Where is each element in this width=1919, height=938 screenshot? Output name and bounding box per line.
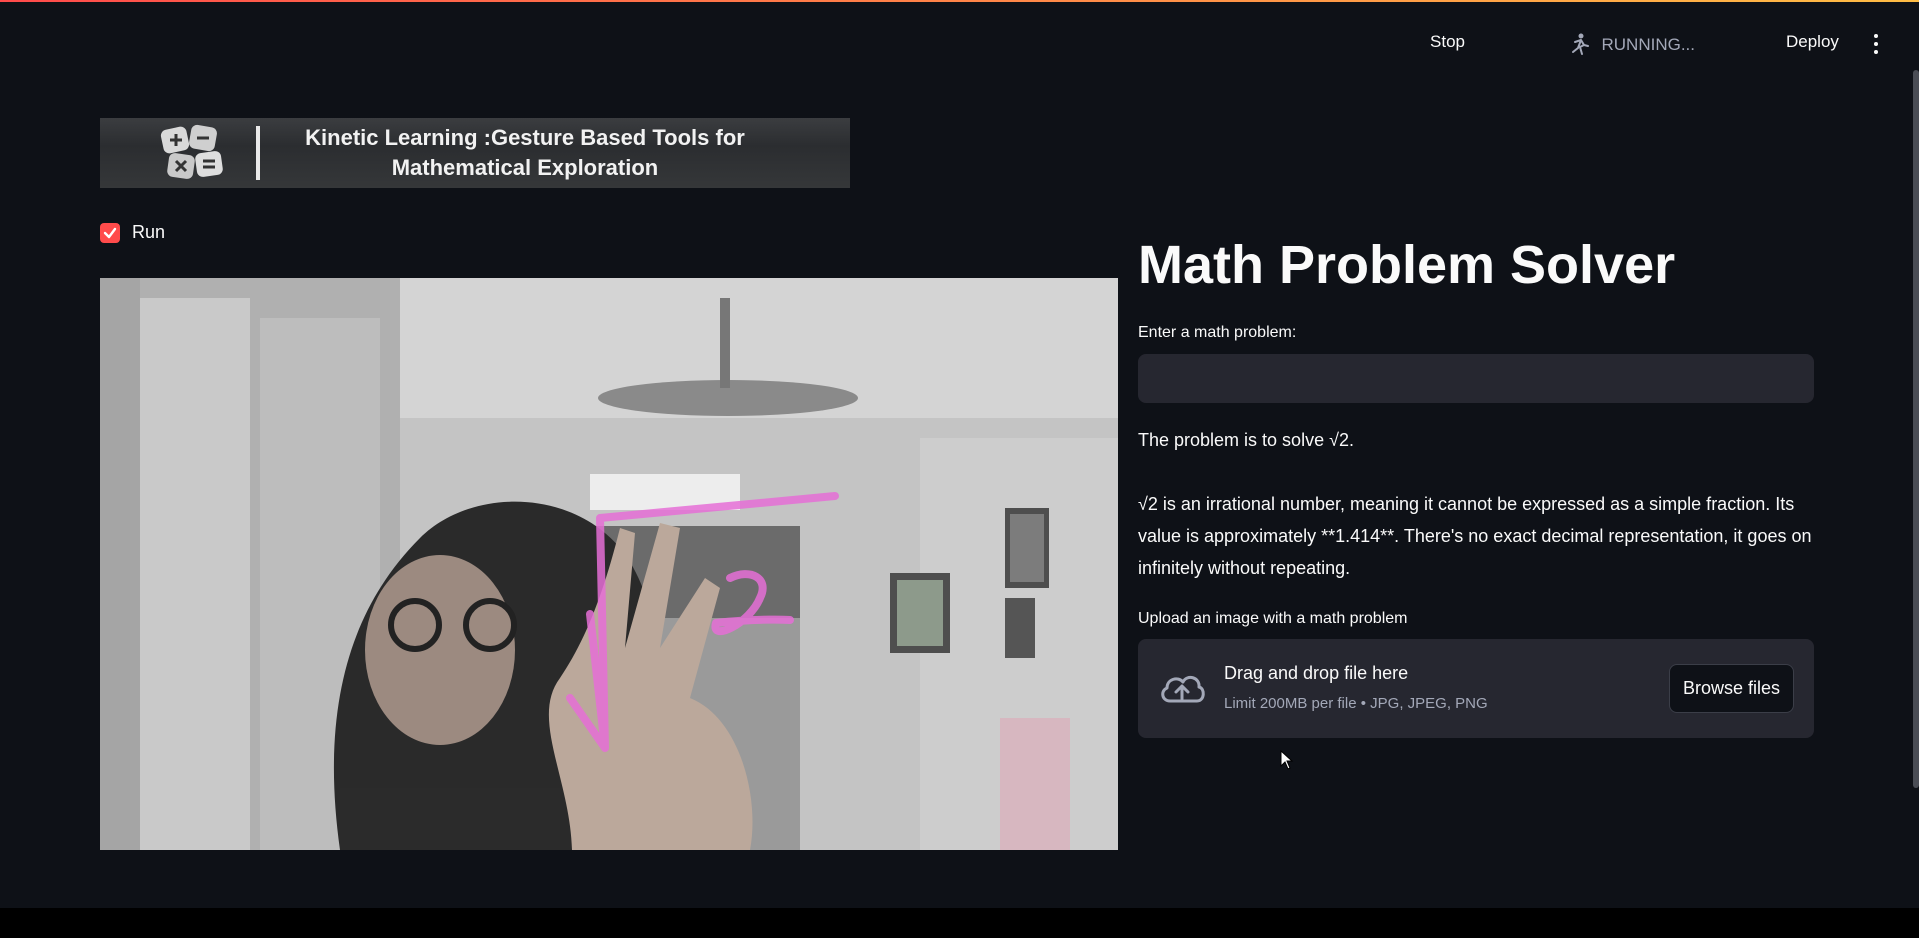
status-text: RUNNING... bbox=[1601, 35, 1696, 54]
solution-text: The problem is to solve √2. √2 is an irr… bbox=[1138, 424, 1814, 616]
banner-divider bbox=[256, 126, 260, 180]
dropzone-title: Drag and drop file here bbox=[1224, 663, 1409, 683]
bottom-bar bbox=[0, 908, 1919, 938]
run-checkbox-label: Run bbox=[132, 222, 166, 242]
file-dropzone[interactable]: Drag and drop file here Limit 200MB per … bbox=[1138, 639, 1814, 738]
run-checkbox[interactable]: Run bbox=[100, 222, 165, 243]
cloud-upload-icon bbox=[1161, 675, 1205, 703]
page-title: Math Problem Solver bbox=[1138, 235, 1676, 295]
scrollbar[interactable] bbox=[1913, 70, 1919, 788]
calculator-icon bbox=[160, 124, 223, 179]
upload-label: Upload an image with a math problem bbox=[1138, 610, 1408, 627]
browse-files-button[interactable]: Browse files bbox=[1668, 664, 1794, 713]
math-problem-input[interactable] bbox=[1138, 354, 1814, 403]
deploy-button[interactable]: Deploy bbox=[1786, 32, 1839, 52]
title-banner: Kinetic Learning :Gesture Based Tools fo… bbox=[100, 118, 850, 188]
mouse-cursor-icon bbox=[1280, 750, 1294, 770]
kebab-menu-icon[interactable] bbox=[1871, 34, 1881, 54]
stop-button[interactable]: Stop bbox=[1430, 32, 1465, 52]
solution-paragraph: √2 is an irrational number, meaning it c… bbox=[1138, 494, 1812, 578]
running-person-icon bbox=[1571, 33, 1589, 55]
checkmark-icon[interactable] bbox=[100, 222, 120, 243]
solution-paragraph: The problem is to solve √2. bbox=[1138, 430, 1354, 450]
banner-title: Kinetic Learning :Gesture Based Tools fo… bbox=[305, 125, 745, 180]
app-header: RUNNING... Stop Deploy bbox=[0, 2, 1919, 82]
dropzone-limit-text: Limit 200MB per file • JPG, JPEG, PNG bbox=[1224, 695, 1488, 712]
running-status: RUNNING... bbox=[1566, 32, 1696, 58]
math-input-label: Enter a math problem: bbox=[1138, 324, 1297, 341]
webcam-feed bbox=[100, 278, 1118, 850]
